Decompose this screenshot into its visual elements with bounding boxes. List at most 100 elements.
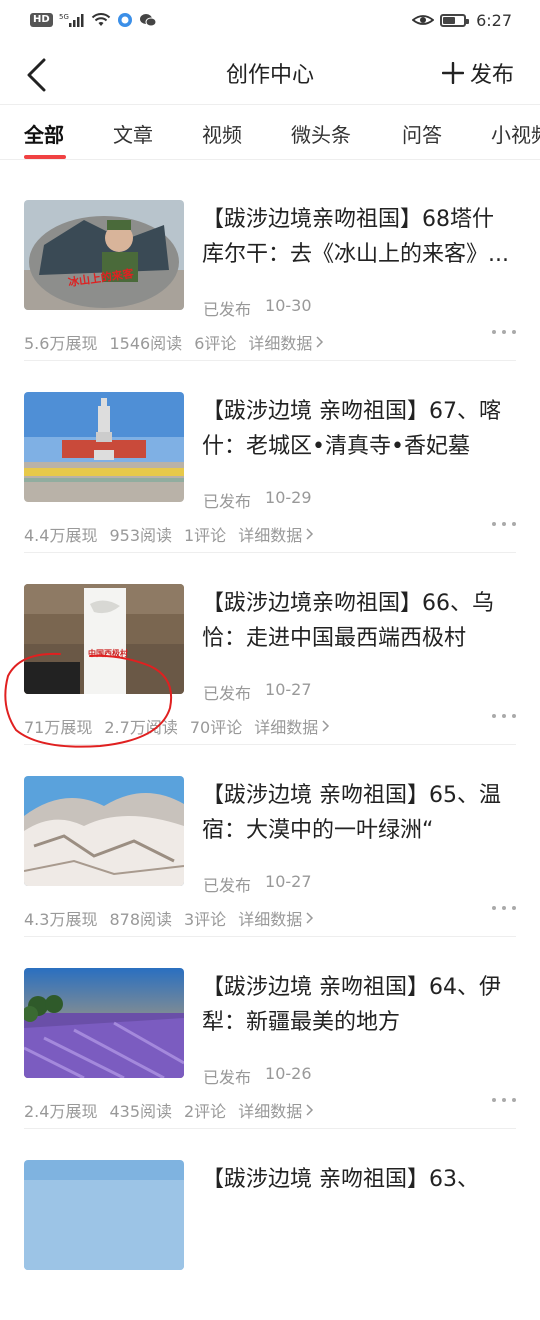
divider	[24, 552, 516, 553]
more-options-button[interactable]	[492, 324, 516, 340]
list-item[interactable]: 【跋涉边境 亲吻祖国】64、伊犁：新疆最美的地方 已发布 10-26 2.4万展…	[0, 936, 540, 1128]
back-arrow-icon	[27, 58, 46, 92]
detail-data-label: 详细数据	[254, 718, 319, 737]
list-item[interactable]: 【跋涉边境 亲吻祖国】63、	[0, 1128, 540, 1320]
list-item[interactable]: 【跋涉边境 亲吻祖国】67、喀什：老城区•清真寺•香妃墓 已发布 10-29 4…	[0, 360, 540, 552]
detail-data-label: 详细数据	[248, 334, 313, 353]
wifi-icon	[91, 11, 111, 29]
wechat-icon	[139, 11, 157, 29]
publish-date: 10-26	[265, 1064, 312, 1083]
divider	[24, 936, 516, 937]
detail-data-label: 详细数据	[238, 526, 303, 545]
detail-data-label: 详细数据	[238, 910, 303, 929]
more-options-button[interactable]	[492, 708, 516, 724]
chevron-right-icon	[322, 720, 330, 732]
publish-info: 已发布 10-26	[203, 1064, 312, 1088]
comments-count: 3评论	[184, 910, 227, 929]
reads-count: 2.7万阅读	[104, 718, 178, 737]
publish-status: 已发布	[203, 876, 252, 895]
article-thumbnail	[24, 968, 184, 1078]
nav-bar: 创作中心 发布	[0, 40, 540, 106]
status-time: 6:27	[476, 10, 512, 30]
chevron-right-icon	[316, 336, 324, 348]
tab-all[interactable]: 全部	[24, 119, 64, 148]
divider	[24, 360, 516, 361]
eye-comfort-icon	[412, 11, 435, 29]
tab-videos[interactable]: 视频	[202, 119, 242, 148]
comments-count: 70评论	[189, 718, 243, 737]
publish-info: 已发布 10-29	[203, 488, 312, 512]
more-options-button[interactable]	[492, 900, 516, 916]
publish-date: 10-27	[265, 872, 312, 891]
article-title[interactable]: 【跋涉边境 亲吻祖国】64、伊犁：新疆最美的地方	[202, 970, 514, 1040]
publish-info: 已发布 10-30	[203, 296, 312, 320]
article-title[interactable]: 【跋涉边境 亲吻祖国】67、喀什：老城区•清真寺•香妃墓	[202, 394, 514, 464]
signal-type-label: 5G	[59, 13, 69, 21]
article-thumbnail: 中国西极村	[24, 584, 184, 694]
article-stats: 4.4万展现 953阅读 1评论 详细数据	[24, 522, 314, 546]
divider	[24, 1128, 516, 1129]
publish-status: 已发布	[203, 684, 252, 703]
hd-badge: HD	[30, 13, 53, 27]
status-right: 6:27	[412, 11, 512, 30]
impressions-count: 4.4万展现	[24, 526, 98, 545]
tab-short-videos[interactable]: 小视频	[491, 119, 540, 148]
impressions-count: 4.3万展现	[24, 910, 98, 929]
list-item[interactable]: 中国西极村 【跋涉边境亲吻祖国】66、乌恰：走进中国最西端西极村 已发布 10-…	[0, 552, 540, 744]
app-notification-icon	[117, 11, 133, 29]
detail-data-link[interactable]: 详细数据	[254, 714, 330, 738]
detail-data-link[interactable]: 详细数据	[238, 1098, 314, 1122]
tab-articles[interactable]: 文章	[113, 119, 153, 148]
impressions-count: 5.6万展现	[24, 334, 98, 353]
list-item[interactable]: 冰山上的来客 【跋涉边境亲吻祖国】68塔什库尔干：去《冰山上的来客》... 已发…	[0, 168, 540, 360]
publish-date: 10-29	[265, 488, 312, 507]
thumbnail-caption: 中国西极村	[88, 648, 128, 658]
reads-count: 435阅读	[109, 1102, 172, 1121]
detail-data-link[interactable]: 详细数据	[238, 522, 314, 546]
chevron-right-icon	[306, 1104, 314, 1116]
chevron-right-icon	[306, 528, 314, 540]
article-stats: 71万展现 2.7万阅读 70评论 详细数据	[24, 714, 330, 738]
more-options-button[interactable]	[492, 1092, 516, 1108]
publish-status: 已发布	[203, 300, 252, 319]
publish-label: 发布	[469, 63, 514, 88]
article-thumbnail	[24, 776, 184, 886]
battery-fill	[443, 16, 456, 24]
more-options-button[interactable]	[492, 516, 516, 532]
article-title[interactable]: 【跋涉边境亲吻祖国】68塔什库尔干：去《冰山上的来客》...	[202, 202, 514, 272]
signal-icon: 5G	[59, 11, 85, 29]
reads-count: 878阅读	[109, 910, 172, 929]
article-stats: 2.4万展现 435阅读 2评论 详细数据	[24, 1098, 314, 1122]
article-thumbnail	[24, 392, 184, 502]
impressions-count: 2.4万展现	[24, 1102, 98, 1121]
tab-weitoutiao[interactable]: 微头条	[291, 119, 351, 148]
article-title[interactable]: 【跋涉边境 亲吻祖国】63、	[202, 1162, 514, 1197]
comments-count: 1评论	[184, 526, 227, 545]
publish-date: 10-30	[265, 296, 312, 315]
detail-data-link[interactable]: 详细数据	[248, 330, 324, 354]
publish-status: 已发布	[203, 492, 252, 511]
impressions-count: 71万展现	[24, 718, 93, 737]
plus-icon	[441, 62, 464, 84]
list-item[interactable]: 【跋涉边境 亲吻祖国】65、温宿：大漠中的一叶绿洲“ 已发布 10-27 4.3…	[0, 744, 540, 936]
chevron-right-icon	[306, 912, 314, 924]
comments-count: 6评论	[194, 334, 237, 353]
back-button[interactable]	[14, 53, 58, 97]
active-tab-indicator	[24, 155, 66, 159]
detail-data-label: 详细数据	[238, 1102, 303, 1121]
detail-data-link[interactable]: 详细数据	[238, 906, 314, 930]
status-left: HD 5G	[30, 11, 157, 29]
publish-info: 已发布 10-27	[203, 680, 312, 704]
reads-count: 1546阅读	[109, 334, 183, 353]
publish-button[interactable]: 发布	[441, 56, 514, 90]
tab-qa[interactable]: 问答	[402, 119, 442, 148]
article-title[interactable]: 【跋涉边境 亲吻祖国】65、温宿：大漠中的一叶绿洲“	[202, 778, 514, 848]
publish-info: 已发布 10-27	[203, 872, 312, 896]
tab-bar: 全部 文章 视频 微头条 问答 小视频	[0, 104, 540, 160]
article-title[interactable]: 【跋涉边境亲吻祖国】66、乌恰：走进中国最西端西极村	[202, 586, 514, 656]
article-thumbnail: 冰山上的来客	[24, 200, 184, 310]
status-bar: HD 5G 6:27	[0, 0, 540, 40]
comments-count: 2评论	[184, 1102, 227, 1121]
battery-icon	[440, 13, 470, 27]
article-stats: 5.6万展现 1546阅读 6评论 详细数据	[24, 330, 324, 354]
